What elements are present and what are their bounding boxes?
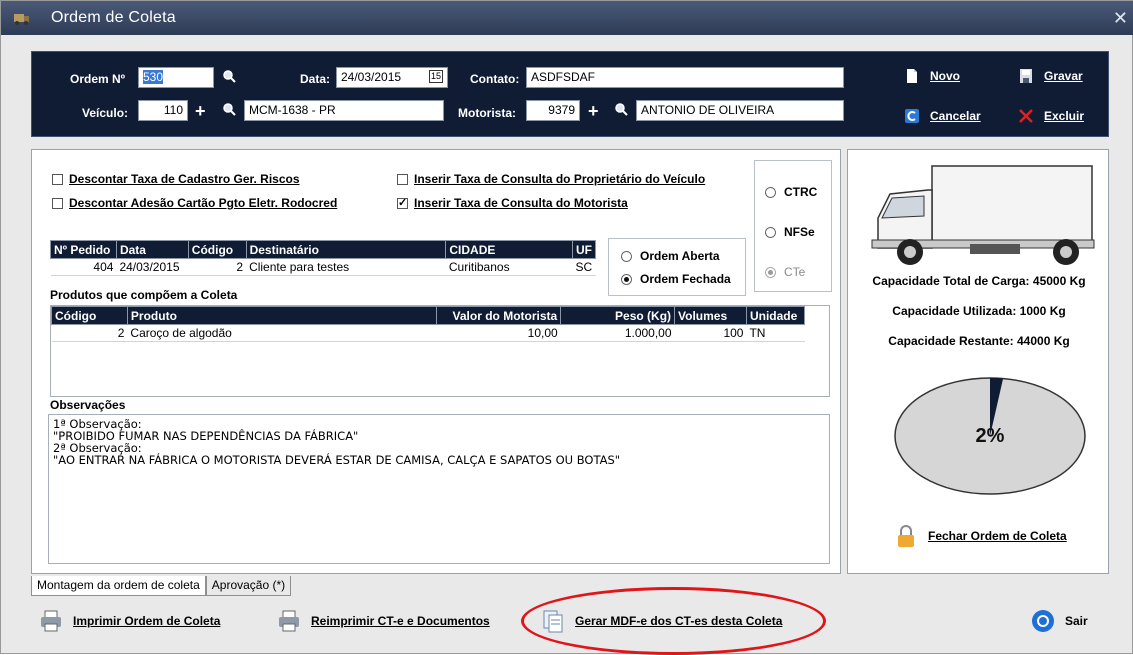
radio-ordem-fechada[interactable]: Ordem Fechada <box>621 272 731 286</box>
add-veiculo-icon[interactable]: + <box>195 102 206 120</box>
printer-icon <box>41 610 61 632</box>
truck-icon <box>871 165 1095 265</box>
inserir-motorista-checkbox[interactable]: ✓ Inserir Taxa de Consulta do Motorista <box>397 196 628 210</box>
veiculo-label: Veículo: <box>82 106 129 120</box>
fechar-ordem-button[interactable]: Fechar Ordem de Coleta <box>894 524 1067 548</box>
highlight-annotation <box>521 587 826 655</box>
col-header[interactable]: Valor do Motorista <box>436 306 562 325</box>
pedidos-table[interactable]: Nº Pedido Data Código Destinatário CIDAD… <box>50 240 597 276</box>
col-header[interactable]: Nº Pedido <box>50 240 117 259</box>
capacity-pie-chart: 2% <box>894 377 1086 495</box>
capacity-remaining: Capacidade Restante: 44000 Kg <box>888 334 1070 348</box>
motorista-field[interactable]: 9379 <box>526 100 580 121</box>
tab-aprovacao[interactable]: Aprovação (*) <box>205 576 292 596</box>
contato-label: Contato: <box>470 72 520 86</box>
col-header[interactable]: UF <box>571 240 597 259</box>
col-header[interactable]: Código <box>187 240 247 259</box>
search-icon[interactable] <box>222 102 236 116</box>
observacoes-title: Observações <box>50 398 126 412</box>
data-field[interactable]: 24/03/2015 15 <box>336 67 448 88</box>
add-motorista-icon[interactable]: + <box>588 102 599 120</box>
col-header[interactable]: Volumes <box>674 306 747 325</box>
cancelar-button[interactable]: Cancelar <box>904 108 981 124</box>
search-icon[interactable] <box>614 102 628 116</box>
table-row[interactable]: 2 Caroço de algodão 10,00 1.000,00 100 T… <box>51 324 805 342</box>
exit-icon <box>1032 610 1054 632</box>
window: Ordem de Coleta ✕ Ordem Nº 530 Data: 24/… <box>0 0 1133 655</box>
contato-field[interactable]: ASDFSDAF <box>526 67 844 88</box>
capacity-used: Capacidade Utilizada: 1000 Kg <box>892 304 1066 318</box>
capacity-panel: Capacidade Total de Carga: 45000 Kg Capa… <box>847 149 1109 574</box>
pedidos-header-row: Nº Pedido Data Código Destinatário CIDAD… <box>50 240 597 259</box>
calendar-icon[interactable]: 15 <box>428 70 443 83</box>
main-panel: Descontar Taxa de Cadastro Ger. Riscos D… <box>31 149 841 574</box>
observacoes-textarea[interactable]: 1ª Observação: "PROIBIDO FUMAR NAS DEPEN… <box>48 414 830 564</box>
pie-percent-label: 2% <box>976 425 1005 447</box>
tab-montagem[interactable]: Montagem da ordem de coleta <box>31 576 206 596</box>
col-header[interactable]: Produto <box>126 306 438 325</box>
table-row[interactable]: 404 24/03/2015 2 Cliente para testes Cur… <box>50 258 596 276</box>
delete-icon <box>1019 109 1033 123</box>
close-icon[interactable]: ✕ <box>1113 8 1128 29</box>
ordem-field[interactable]: 530 <box>138 67 214 88</box>
imprimir-button[interactable]: Imprimir Ordem de Coleta <box>39 609 220 633</box>
col-header[interactable]: Data <box>115 240 189 259</box>
produtos-table[interactable]: Código Produto Valor do Motorista Peso (… <box>51 306 806 342</box>
reimprimir-button[interactable]: Reimprimir CT-e e Documentos <box>277 609 490 633</box>
window-title: Ordem de Coleta <box>51 9 176 26</box>
veiculo-desc-field[interactable]: MCM-1638 - PR <box>244 100 444 121</box>
data-label: Data: <box>300 72 331 86</box>
title-bar: Ordem de Coleta ✕ <box>1 1 1133 35</box>
col-header[interactable]: CIDADE <box>445 240 573 259</box>
printer-icon <box>279 610 299 632</box>
descontar-taxa-checkbox[interactable]: Descontar Taxa de Cadastro Ger. Riscos <box>52 172 300 186</box>
motorista-desc-field[interactable]: ANTONIO DE OLIVEIRA <box>636 100 844 121</box>
save-icon <box>1020 69 1032 83</box>
lock-icon <box>898 525 914 547</box>
radio-ctrc[interactable]: CTRC <box>765 185 817 199</box>
radio-nfse[interactable]: NFSe <box>765 225 815 239</box>
novo-button[interactable]: Novo <box>904 68 960 84</box>
new-document-icon <box>907 69 917 83</box>
produtos-header-row: Código Produto Valor do Motorista Peso (… <box>51 306 806 325</box>
descontar-adesao-checkbox[interactable]: Descontar Adesão Cartão Pgto Eletr. Rodo… <box>52 196 337 210</box>
produtos-grid-area[interactable]: Código Produto Valor do Motorista Peso (… <box>50 305 830 397</box>
col-header[interactable]: Unidade <box>745 306 806 325</box>
col-header[interactable]: Código <box>51 306 128 325</box>
sair-button[interactable]: Sair <box>1031 609 1088 633</box>
radio-ordem-aberta[interactable]: Ordem Aberta <box>621 249 720 263</box>
ordem-status-group: Ordem Aberta Ordem Fechada <box>608 238 746 296</box>
doc-type-group: CTRC NFSe CTe <box>754 160 832 292</box>
col-header[interactable]: Destinatário <box>245 240 447 259</box>
veiculo-field[interactable]: 110 <box>138 100 188 121</box>
inserir-proprietario-checkbox[interactable]: Inserir Taxa de Consulta do Proprietário… <box>397 172 705 186</box>
ordem-label: Ordem Nº <box>70 72 126 86</box>
cancel-icon <box>905 109 919 123</box>
app-icon <box>14 14 29 25</box>
produtos-title: Produtos que compõem a Coleta <box>50 288 238 302</box>
search-icon[interactable] <box>222 69 236 83</box>
header-panel: Ordem Nº 530 Data: 24/03/2015 15 Contato… <box>31 51 1109 137</box>
motorista-label: Motorista: <box>458 106 516 120</box>
radio-cte[interactable]: CTe <box>765 265 805 279</box>
tab-strip: Montagem da ordem de coleta Aprovação (*… <box>31 576 292 596</box>
col-header[interactable]: Peso (Kg) <box>560 306 676 325</box>
capacity-total: Capacidade Total de Carga: 45000 Kg <box>872 274 1086 288</box>
checkmark-icon: ✓ <box>397 196 408 209</box>
excluir-button[interactable]: Excluir <box>1018 108 1084 124</box>
gravar-button[interactable]: Gravar <box>1018 68 1083 84</box>
